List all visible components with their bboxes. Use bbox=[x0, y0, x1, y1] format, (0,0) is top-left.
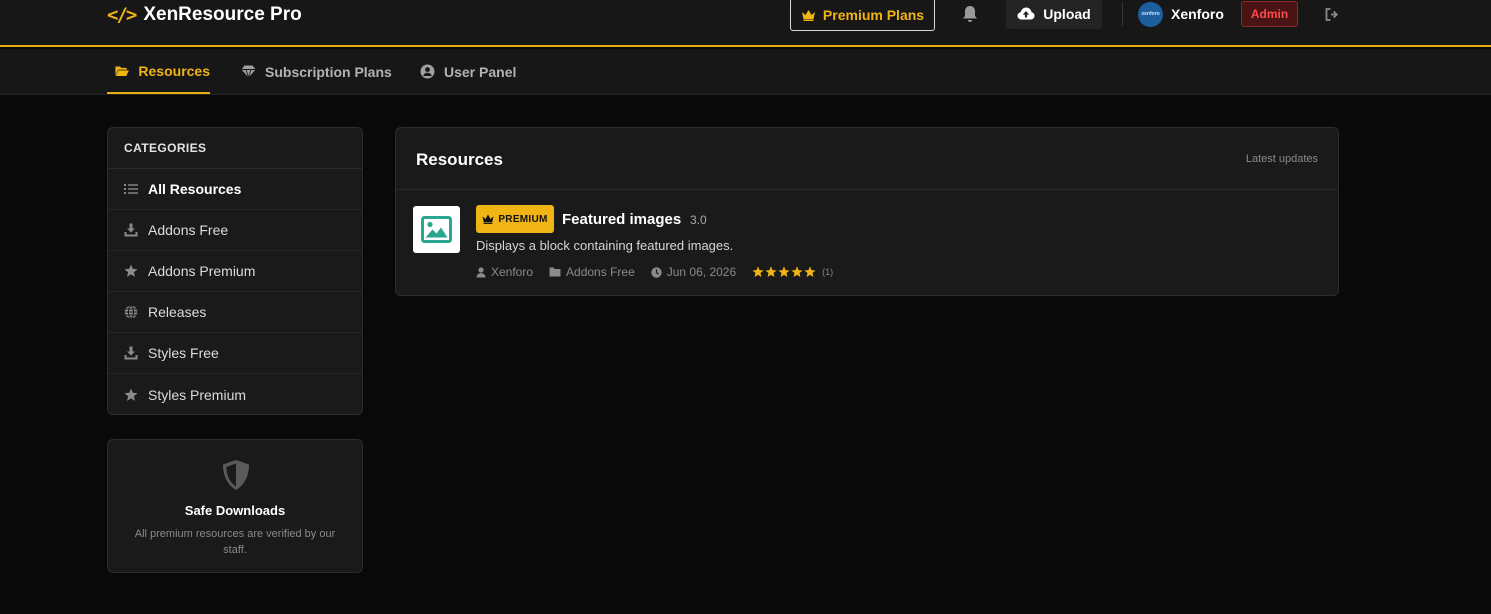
categories-title: CATEGORIES bbox=[108, 128, 362, 169]
resource-description: Displays a block containing featured ima… bbox=[476, 238, 734, 253]
rating-stars: (1) bbox=[752, 266, 833, 278]
folder-icon bbox=[549, 267, 561, 277]
resource-category[interactable]: Addons Free bbox=[549, 265, 635, 279]
download-icon bbox=[124, 346, 138, 360]
user-icon bbox=[476, 266, 486, 277]
resources-header: Resources Latest updates bbox=[396, 128, 1338, 190]
crown-icon bbox=[801, 9, 815, 21]
category-label: Styles Premium bbox=[148, 386, 247, 403]
star-icon bbox=[124, 264, 138, 278]
resource-date: Jun 06, 2026 bbox=[651, 265, 736, 279]
resource-version: 3.0 bbox=[690, 213, 707, 227]
resource-meta: Xenforo Addons Free Jun 06, 2026 (1) bbox=[476, 264, 833, 280]
premium-badge-label: PREMIUM bbox=[498, 213, 548, 225]
resource-author[interactable]: Xenforo bbox=[476, 265, 533, 279]
premium-plans-label: Premium Plans bbox=[822, 6, 925, 23]
avatar: xenforo bbox=[1138, 1, 1163, 27]
safe-downloads-description: All premium resources are verified by ou… bbox=[134, 528, 336, 556]
premium-badge: PREMIUM bbox=[476, 205, 554, 233]
category-label: All Resources bbox=[148, 181, 242, 197]
category-addons-premium[interactable]: Addons Premium bbox=[108, 251, 362, 292]
user-circle-icon bbox=[420, 64, 435, 79]
rating-count: (1) bbox=[822, 267, 834, 277]
code-icon: </> bbox=[107, 4, 137, 26]
site-title: XenResource Pro bbox=[143, 4, 302, 25]
safe-downloads-title: Safe Downloads bbox=[184, 503, 286, 518]
notifications-button[interactable] bbox=[958, 3, 982, 25]
gem-icon bbox=[241, 65, 256, 78]
admin-button[interactable]: Admin bbox=[1241, 1, 1298, 27]
category-releases[interactable]: Releases bbox=[108, 292, 362, 333]
star-icon bbox=[124, 388, 138, 402]
star-icon bbox=[752, 266, 764, 278]
list-icon bbox=[124, 182, 138, 196]
bell-icon bbox=[963, 6, 977, 22]
main-navigation: Resources Subscription Plans User Panel bbox=[0, 49, 1491, 95]
star-icon bbox=[791, 266, 803, 278]
page-title: Resources bbox=[416, 150, 503, 169]
cloud-upload-icon bbox=[1017, 7, 1035, 20]
resource-thumbnail[interactable] bbox=[413, 206, 460, 253]
tab-label: Subscription Plans bbox=[265, 63, 392, 80]
download-icon bbox=[124, 223, 138, 237]
category-label: Releases bbox=[148, 304, 207, 320]
resources-panel: Resources Latest updates PREMIUM Feature… bbox=[395, 127, 1339, 296]
image-icon bbox=[421, 216, 452, 243]
resource-title[interactable]: Featured images bbox=[562, 211, 681, 228]
top-header: </> XenResource Pro Premium Plans Upload… bbox=[0, 0, 1491, 47]
date-text: Jun 06, 2026 bbox=[666, 265, 737, 279]
clock-icon bbox=[651, 266, 662, 278]
user-menu[interactable]: xenforo Xenforo bbox=[1138, 1, 1224, 27]
category-all-resources[interactable]: All Resources bbox=[108, 169, 362, 210]
tab-resources[interactable]: Resources bbox=[107, 49, 210, 94]
star-icon bbox=[804, 266, 816, 278]
tab-label: User Panel bbox=[444, 63, 517, 80]
star-icon bbox=[778, 266, 790, 278]
star-icon bbox=[765, 266, 777, 278]
category-label: Styles Free bbox=[148, 345, 219, 361]
site-logo[interactable]: </> XenResource Pro bbox=[107, 3, 302, 27]
logout-button[interactable] bbox=[1323, 5, 1341, 23]
safe-downloads-panel: Safe Downloads All premium resources are… bbox=[107, 439, 363, 573]
tab-label: Resources bbox=[138, 62, 210, 79]
globe-icon bbox=[124, 305, 138, 319]
premium-plans-button[interactable]: Premium Plans bbox=[790, 0, 935, 31]
latest-updates-label: Latest updates bbox=[1245, 153, 1318, 165]
shield-icon bbox=[223, 460, 249, 490]
crown-icon bbox=[482, 214, 494, 224]
header-divider bbox=[1122, 2, 1123, 26]
category-label: Addons Free bbox=[148, 222, 229, 238]
tab-subscription-plans[interactable]: Subscription Plans bbox=[241, 49, 392, 94]
upload-label: Upload bbox=[1043, 5, 1091, 22]
categories-panel: CATEGORIES All Resources Addons Free Add… bbox=[107, 127, 363, 415]
category-label: Addons Premium bbox=[148, 263, 256, 279]
logout-icon bbox=[1325, 7, 1338, 21]
tab-user-panel[interactable]: User Panel bbox=[420, 49, 516, 94]
user-name: Xenforo bbox=[1171, 6, 1224, 22]
category-name: Addons Free bbox=[566, 265, 635, 279]
category-styles-premium[interactable]: Styles Premium bbox=[108, 374, 362, 414]
upload-button[interactable]: Upload bbox=[1006, 0, 1102, 29]
category-addons-free[interactable]: Addons Free bbox=[108, 210, 362, 251]
folder-open-icon bbox=[115, 65, 129, 76]
category-styles-free[interactable]: Styles Free bbox=[108, 333, 362, 374]
author-name: Xenforo bbox=[491, 265, 534, 279]
